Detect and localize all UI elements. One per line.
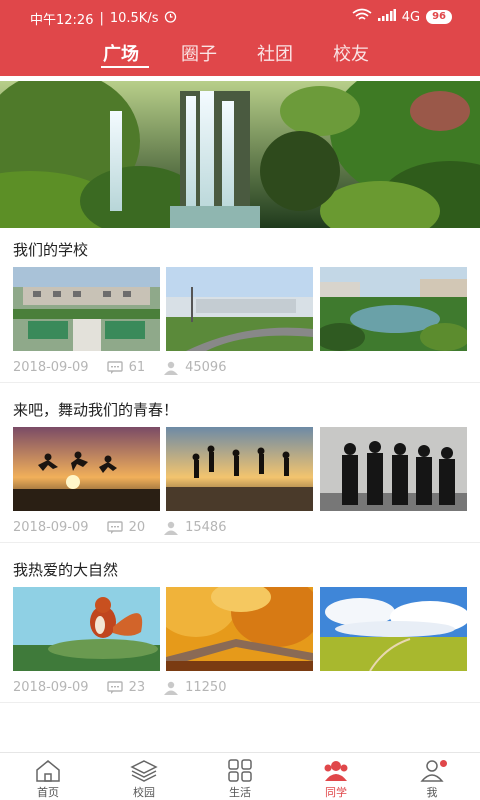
post-photo[interactable] [13, 267, 160, 351]
bottom-navbar: 首页 校园 生活 同学 我 [0, 752, 480, 800]
post-photo[interactable] [320, 427, 467, 511]
post-date: 2018-09-09 [13, 360, 89, 375]
app-header: 中午12:26 | 10.5K/s 4G 96 广场 圈子 社团 校友 [0, 0, 480, 76]
nav-label: 生活 [229, 786, 251, 799]
person-icon [164, 521, 179, 535]
network-type: 4G [401, 9, 421, 25]
nav-label: 我 [426, 786, 438, 799]
post-date: 2018-09-09 [13, 520, 89, 535]
tab-circle[interactable]: 圈子 [181, 40, 217, 66]
notification-badge [440, 760, 447, 767]
signal-icon [377, 9, 396, 25]
comment-icon [106, 520, 123, 534]
nav-life[interactable]: 生活 [192, 753, 288, 800]
post-meta: 2018-09-09 61 45096 [13, 360, 226, 375]
post-photo[interactable] [13, 587, 160, 671]
post-date: 2018-09-09 [13, 680, 89, 695]
wifi-icon [352, 8, 372, 26]
post-title: 我们的学校 [13, 241, 89, 259]
person-icon [164, 681, 179, 695]
post-meta: 2018-09-09 20 15486 [13, 520, 226, 535]
active-tab-underline [101, 66, 149, 68]
nav-label: 同学 [325, 786, 347, 799]
home-icon [34, 759, 62, 783]
view-count: 11250 [185, 680, 227, 695]
classmates-icon [322, 759, 350, 783]
comment-count: 23 [128, 680, 146, 695]
post-photo[interactable] [166, 427, 313, 511]
person-icon [164, 361, 179, 375]
post-meta: 2018-09-09 23 11250 [13, 680, 226, 695]
post-card[interactable]: 来吧，舞动我们的青春！ 2018-09-09 20 15486 [0, 384, 480, 543]
alarm-icon [164, 10, 177, 27]
post-photo[interactable] [320, 267, 467, 351]
tab-plaza[interactable]: 广场 [103, 40, 139, 66]
view-count: 45096 [185, 360, 227, 375]
battery-indicator: 96 [426, 10, 452, 24]
post-title: 来吧，舞动我们的青春！ [13, 401, 179, 419]
status-bar: 中午12:26 | 10.5K/s 4G 96 [0, 0, 480, 34]
post-photo[interactable] [320, 587, 467, 671]
tab-club[interactable]: 社团 [257, 40, 293, 66]
tab-alumni[interactable]: 校友 [333, 40, 369, 66]
view-count: 15486 [185, 520, 227, 535]
status-speed: 10.5K/s [109, 11, 159, 26]
layers-icon [130, 759, 158, 783]
post-card[interactable]: 我热爱的大自然 2018-09-09 23 11250 [0, 544, 480, 703]
post-photo[interactable] [13, 427, 160, 511]
grid-icon [226, 759, 254, 783]
nav-classmates[interactable]: 同学 [288, 753, 384, 800]
top-tabs: 广场 圈子 社团 校友 [0, 36, 480, 70]
comment-icon [106, 360, 123, 374]
status-divider: | [99, 11, 104, 26]
post-card[interactable]: 我们的学校 2018-09-09 61 45096 [0, 228, 480, 383]
post-photo[interactable] [166, 587, 313, 671]
comment-count: 20 [128, 520, 146, 535]
nav-campus[interactable]: 校园 [96, 753, 192, 800]
comment-icon [106, 680, 123, 694]
nav-home[interactable]: 首页 [0, 753, 96, 800]
nav-me[interactable]: 我 [384, 753, 480, 800]
banner-image[interactable] [0, 81, 480, 228]
post-title: 我热爱的大自然 [13, 561, 119, 579]
post-photo[interactable] [166, 267, 313, 351]
status-time: 中午12:26 [30, 13, 94, 28]
nav-label: 首页 [37, 786, 59, 799]
comment-count: 61 [128, 360, 146, 375]
nav-label: 校园 [133, 786, 155, 799]
